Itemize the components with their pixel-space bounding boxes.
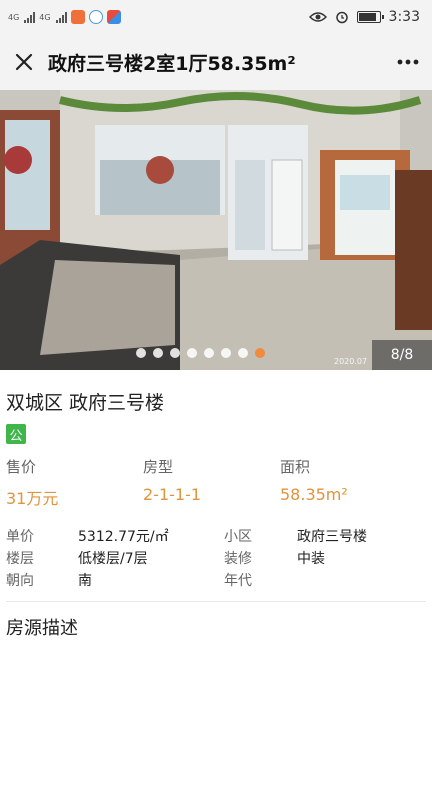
eye-icon: [308, 12, 327, 22]
nav-bar: 政府三号楼2室1厅58.35m²: [0, 34, 432, 90]
detail-label: 小区: [224, 529, 252, 545]
detail-value: 低楼层/7层: [78, 551, 148, 567]
stat-label: 售价: [6, 458, 37, 476]
photo-carousel[interactable]: 2020.07 8/8: [0, 90, 432, 370]
stat-value: 58.35m²: [280, 485, 348, 504]
status-bar-left: 4G 4G: [8, 10, 121, 24]
carousel-dot[interactable]: [186, 348, 197, 358]
layout-stat: 房型 2-1-1-1: [143, 456, 201, 504]
detail-label: 装修: [224, 551, 252, 567]
listing-location: 双城区 政府三号楼: [6, 392, 165, 414]
page-title: 政府三号楼2室1厅58.35m²: [48, 52, 296, 75]
more-dots-icon: [397, 59, 419, 65]
notification-app-icon-2: [106, 10, 121, 24]
status-bar: 4G 4G 3:33: [0, 0, 432, 34]
close-button[interactable]: [0, 34, 48, 90]
detail-value: 政府三号楼: [297, 529, 367, 545]
close-icon: [15, 53, 33, 71]
carousel-dot[interactable]: [237, 348, 248, 358]
price-stat: 售价 31万元: [6, 456, 58, 509]
notification-shield-icon: [88, 10, 103, 24]
carousel-dot[interactable]: [135, 348, 146, 358]
notification-app-icon: [70, 10, 85, 24]
stat-label: 房型: [143, 458, 174, 476]
carousel-dot-active[interactable]: [254, 348, 265, 358]
detail-value: 5312.77元/㎡: [78, 529, 169, 545]
carousel-dot[interactable]: [169, 348, 180, 358]
detail-label: 楼层: [6, 551, 34, 567]
stat-value: 31万元: [6, 489, 59, 508]
carousel-indicators: [0, 348, 432, 358]
detail-label: 朝向: [6, 573, 34, 589]
signal-icon-1: [24, 11, 36, 23]
detail-label: 单价: [6, 529, 34, 545]
status-bar-right: 3:33: [308, 9, 420, 25]
detail-value: 南: [78, 573, 92, 589]
carousel-dot[interactable]: [220, 348, 231, 358]
alarm-icon: [335, 11, 348, 24]
network-type-1: 4G: [8, 12, 20, 22]
more-button[interactable]: [384, 34, 432, 90]
section-divider: [6, 601, 426, 602]
detail-value: 中装: [297, 551, 325, 567]
detail-label: 年代: [224, 573, 252, 589]
area-stat: 面积 58.35m²: [280, 456, 348, 504]
photo-date-stamp: 2020.07: [334, 357, 368, 366]
public-housing-tag: 公: [6, 424, 26, 444]
battery-icon: [356, 11, 384, 23]
stat-value: 2-1-1-1: [143, 485, 202, 504]
description-heading: 房源描述: [6, 618, 78, 639]
clock: 3:33: [388, 9, 420, 25]
signal-icon-2: [55, 11, 67, 23]
stat-label: 面积: [280, 458, 311, 476]
carousel-dot[interactable]: [203, 348, 214, 358]
carousel-dot[interactable]: [152, 348, 163, 358]
photo-counter: 8/8: [372, 340, 432, 370]
network-type-2: 4G: [39, 12, 51, 22]
room-photo: [0, 90, 432, 370]
